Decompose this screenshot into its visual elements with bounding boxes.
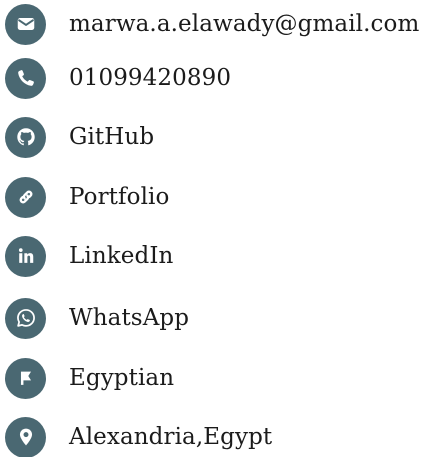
phone-link[interactable]: 01099420890 — [69, 65, 231, 91]
contact-item-phone: 01099420890 — [0, 56, 431, 100]
link-icon — [5, 176, 46, 218]
envelope-icon — [5, 3, 46, 45]
github-icon — [5, 116, 46, 158]
contact-item-email: marwa.a.elawady@gmail.com — [0, 2, 431, 46]
contact-item-location: Alexandria,Egypt — [0, 415, 431, 457]
contact-item-github: GitHub — [0, 115, 431, 159]
portfolio-link[interactable]: Portfolio — [69, 184, 169, 210]
contact-list: marwa.a.elawady@gmail.com 01099420890 Gi… — [0, 0, 431, 457]
contact-item-linkedin: LinkedIn — [0, 234, 431, 278]
linkedin-link[interactable]: LinkedIn — [69, 243, 173, 269]
linkedin-icon — [5, 235, 46, 277]
contact-item-portfolio: Portfolio — [0, 175, 431, 219]
map-marker-icon — [5, 416, 46, 457]
whatsapp-icon — [5, 297, 46, 339]
contact-item-whatsapp: WhatsApp — [0, 296, 431, 340]
nationality-text: Egyptian — [69, 365, 175, 391]
email-link[interactable]: marwa.a.elawady@gmail.com — [69, 11, 419, 37]
github-link[interactable]: GitHub — [69, 124, 154, 150]
whatsapp-link[interactable]: WhatsApp — [69, 305, 189, 331]
flag-icon — [5, 357, 46, 399]
contact-item-nationality: Egyptian — [0, 356, 431, 400]
phone-icon — [5, 57, 46, 99]
location-text: Alexandria,Egypt — [69, 424, 273, 450]
